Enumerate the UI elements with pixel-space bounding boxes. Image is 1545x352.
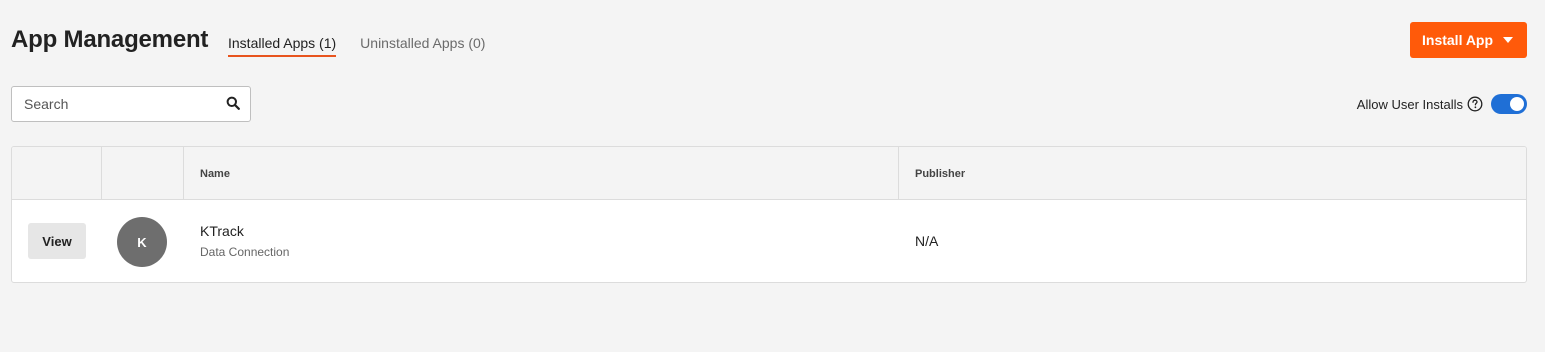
column-header-publisher[interactable]: Publisher (899, 147, 1526, 200)
allow-user-installs-toggle[interactable] (1491, 94, 1527, 114)
caret-down-icon (1503, 37, 1513, 43)
search-box (11, 86, 251, 122)
tab-bar: Installed Apps (1) Uninstalled Apps (0) (228, 35, 509, 57)
avatar: K (117, 217, 167, 267)
view-button[interactable]: View (28, 223, 86, 259)
allow-user-installs-label: Allow User Installs (1356, 96, 1463, 112)
app-type: Data Connection (200, 245, 290, 259)
apps-table: Name Publisher View K KTrack Data Connec… (11, 146, 1527, 283)
page-header: App Management Installed Apps (1) Uninst… (11, 22, 1527, 62)
tab-installed-apps[interactable]: Installed Apps (1) (228, 35, 337, 57)
column-header-icon (102, 147, 184, 200)
app-name: KTrack (200, 223, 244, 239)
column-header-name[interactable]: Name (184, 147, 899, 200)
table-header: Name Publisher (12, 147, 1526, 200)
help-icon[interactable] (1467, 96, 1483, 112)
install-app-label: Install App (1422, 32, 1494, 48)
page-title: App Management (11, 26, 209, 53)
table-row: View K KTrack Data Connection N/A (12, 201, 1526, 282)
tab-uninstalled-apps[interactable]: Uninstalled Apps (0) (360, 35, 485, 57)
search-input[interactable] (12, 87, 222, 121)
allow-user-installs: Allow User Installs (1357, 94, 1527, 114)
toggle-knob (1510, 97, 1524, 111)
app-publisher: N/A (915, 233, 939, 249)
search-icon[interactable] (226, 96, 240, 110)
column-header-action (12, 147, 102, 200)
install-app-button[interactable]: Install App (1410, 22, 1527, 58)
